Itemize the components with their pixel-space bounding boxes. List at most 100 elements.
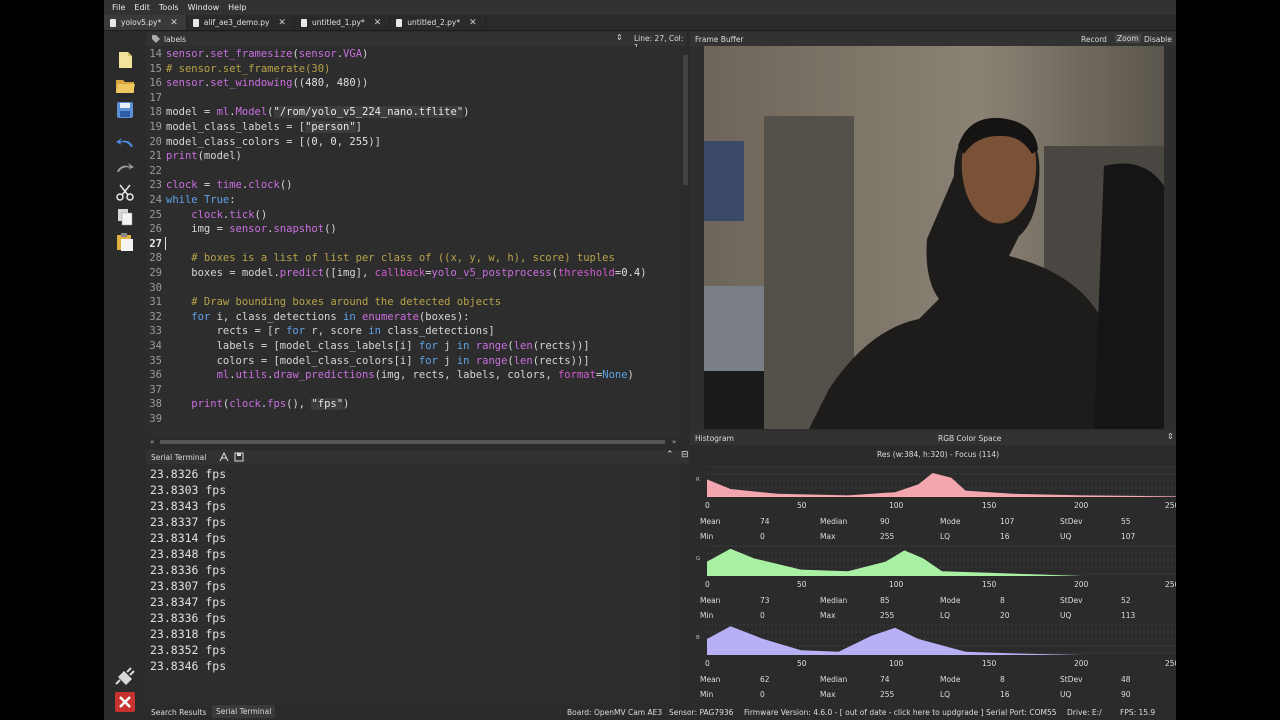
histogram-stat: 16 bbox=[1000, 690, 1010, 699]
line-number: 32 bbox=[149, 310, 162, 323]
editor-horizontal-scrollbar[interactable]: « » bbox=[146, 437, 681, 447]
tab-alif-demo[interactable]: alif_ae3_demo.py ✕ bbox=[187, 15, 295, 30]
code-text: # sensor.set_framerate(30) bbox=[166, 62, 331, 75]
line-number: 15 bbox=[149, 62, 162, 75]
line-number: 25 bbox=[149, 208, 162, 221]
histogram-stat: LQ bbox=[940, 532, 951, 541]
tab-untitled-2[interactable]: untitled_2.py* ✕ bbox=[390, 15, 486, 30]
code-text: print(clock.fps(), "fps") bbox=[191, 398, 350, 411]
channel-axis-label: R bbox=[696, 477, 700, 483]
save-log-icon[interactable] bbox=[234, 452, 244, 462]
line-number: 29 bbox=[149, 267, 162, 279]
save-icon bbox=[117, 102, 133, 118]
new-file-button[interactable] bbox=[115, 50, 135, 70]
code-text: print(model) bbox=[166, 150, 242, 163]
zoom-button[interactable]: Zoom bbox=[1115, 34, 1141, 43]
histogram-tick: 200 bbox=[1074, 659, 1089, 668]
scissors-icon bbox=[116, 184, 134, 201]
terminal-line: 23.8336 fps bbox=[150, 563, 227, 577]
clear-terminal-icon[interactable] bbox=[219, 452, 229, 462]
close-icon[interactable]: ✕ bbox=[374, 18, 382, 28]
code-text: sensor.set_windowing((480, 480)) bbox=[166, 77, 369, 90]
histogram-stat: 73 bbox=[760, 596, 770, 605]
line-number: 33 bbox=[149, 325, 162, 338]
tag-icon bbox=[152, 35, 160, 43]
line-number: 16 bbox=[149, 77, 162, 90]
save-button[interactable] bbox=[115, 100, 135, 120]
dropdown-arrows-icon[interactable]: ⇕ bbox=[1167, 432, 1174, 441]
histogram-stat: UQ bbox=[1060, 690, 1072, 699]
menu-edit[interactable]: Edit bbox=[134, 3, 150, 12]
histogram-header: Histogram RGB Color Space ⇕ bbox=[690, 431, 1176, 445]
firmware-info[interactable]: Firmware Version: 4.6.0 - [ out of date … bbox=[744, 708, 984, 717]
dropdown-arrows-icon[interactable]: ⇕ bbox=[616, 33, 623, 42]
terminal-line: 23.8343 fps bbox=[150, 499, 227, 513]
line-number: 17 bbox=[149, 91, 162, 104]
close-icon[interactable]: ✕ bbox=[469, 18, 477, 28]
histogram-stat: 8 bbox=[1000, 675, 1005, 684]
tab-untitled-1[interactable]: untitled_1.py* ✕ bbox=[295, 15, 391, 30]
serial-terminal-tab[interactable]: Serial Terminal bbox=[212, 705, 276, 718]
line-number: 24 bbox=[149, 194, 162, 206]
line-number: 22 bbox=[149, 164, 162, 177]
code-text: model_class_colors = [(0, 0, 255)] bbox=[166, 135, 381, 148]
editor-header: labels ⇕ Line: 27, Col: 1 bbox=[146, 32, 686, 52]
record-button[interactable]: Record bbox=[1081, 35, 1107, 44]
code-editor[interactable]: 14 sensor.set_framesize(sensor.VGA) 15 # se… bbox=[146, 47, 681, 437]
histogram-stat: 8 bbox=[1000, 596, 1005, 605]
redo-button[interactable] bbox=[115, 157, 135, 177]
file-icon bbox=[192, 18, 199, 27]
histogram-stat: 74 bbox=[760, 517, 770, 526]
code-text: clock.tick() bbox=[191, 208, 268, 221]
close-icon[interactable]: ✕ bbox=[170, 18, 178, 28]
openmv-ide-window: File Edit Tools Window Help yolov5.py* ✕… bbox=[104, 0, 1176, 720]
line-number: 38 bbox=[149, 398, 162, 411]
color-space-select[interactable]: RGB Color Space bbox=[938, 434, 1001, 443]
code-text: for i, class_detections in enumerate(box… bbox=[191, 310, 470, 323]
close-pane-icon[interactable]: ⊟ bbox=[681, 450, 689, 460]
code-text: model = ml.Model("/rom/yolo_v5_224_nano.… bbox=[166, 106, 470, 119]
terminal-line: 23.8352 fps bbox=[150, 643, 227, 657]
fps-readout: FPS: 15.9 bbox=[1120, 708, 1156, 717]
float-icon[interactable]: ⌃ bbox=[666, 450, 674, 460]
symbol-dropdown[interactable]: labels bbox=[164, 35, 186, 44]
tab-yolov5[interactable]: yolov5.py* ✕ bbox=[104, 15, 187, 30]
histogram-stat: Mode bbox=[940, 517, 961, 526]
menu-window[interactable]: Window bbox=[188, 3, 220, 12]
close-icon[interactable]: ✕ bbox=[278, 18, 286, 28]
histogram-stat: Max bbox=[820, 532, 836, 541]
histogram-stat: Median bbox=[820, 596, 848, 605]
line-number: 20 bbox=[149, 135, 162, 148]
histogram-stat: StDev bbox=[1060, 675, 1083, 684]
serial-terminal-output[interactable]: 23.8326 fps 23.8303 fps 23.8343 fps 23.8337… bbox=[146, 464, 681, 702]
tab-label: untitled_2.py* bbox=[407, 18, 461, 27]
histogram-stat: 107 bbox=[1000, 517, 1015, 526]
histogram-plot-r bbox=[707, 466, 1176, 497]
paste-button[interactable] bbox=[115, 232, 135, 252]
cut-button[interactable] bbox=[115, 182, 135, 202]
histogram-stat: LQ bbox=[940, 611, 951, 620]
histogram-tick: 50 bbox=[797, 501, 807, 510]
menu-help[interactable]: Help bbox=[228, 3, 246, 12]
menu-tools[interactable]: Tools bbox=[159, 3, 179, 12]
search-results-tab[interactable]: Search Results bbox=[151, 708, 206, 717]
left-toolbar bbox=[104, 32, 146, 720]
line-number: 19 bbox=[149, 121, 162, 133]
menu-file[interactable]: File bbox=[112, 3, 125, 12]
histogram-stat: 0 bbox=[760, 690, 765, 699]
connect-button[interactable] bbox=[115, 666, 135, 686]
histogram-area-r bbox=[707, 473, 1176, 497]
stop-button[interactable] bbox=[115, 692, 135, 712]
open-file-button[interactable] bbox=[115, 75, 135, 95]
line-number: 14 bbox=[149, 48, 162, 60]
sensor-info: Sensor: PAG7936 bbox=[669, 708, 734, 717]
histogram-stat: 16 bbox=[1000, 532, 1010, 541]
histogram-stat: Median bbox=[820, 675, 848, 684]
disable-button[interactable]: Disable bbox=[1144, 35, 1172, 44]
histogram-stat: 48 bbox=[1121, 675, 1131, 684]
stop-icon bbox=[119, 696, 131, 708]
editor-vertical-scrollbar[interactable] bbox=[681, 47, 689, 437]
undo-button[interactable] bbox=[115, 132, 135, 152]
terminal-vertical-scrollbar[interactable] bbox=[681, 464, 689, 702]
copy-button[interactable] bbox=[115, 207, 135, 227]
